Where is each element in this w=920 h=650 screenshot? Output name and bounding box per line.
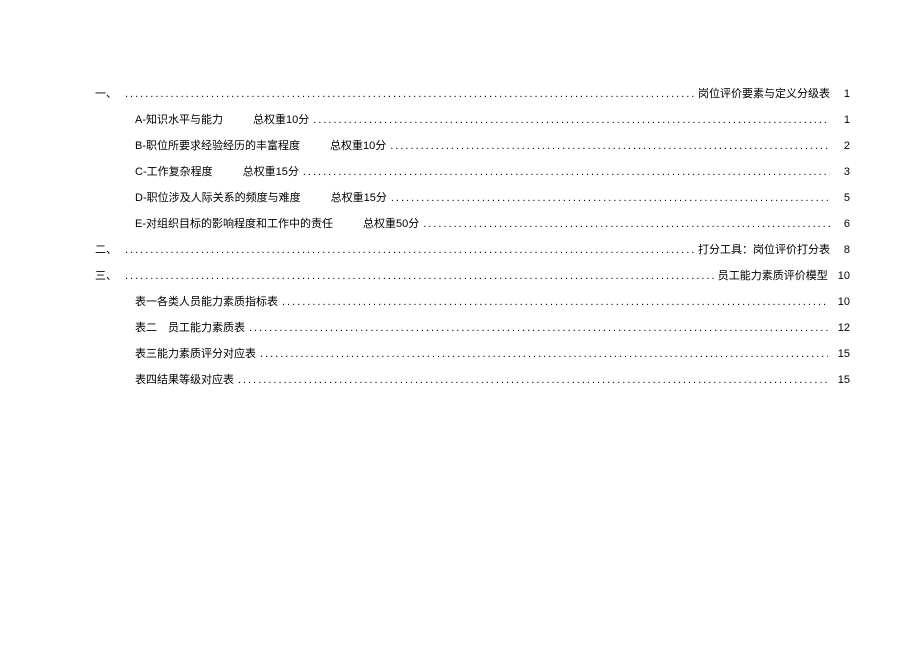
toc-entry-page: 12	[828, 322, 850, 334]
toc-entry: C-工作复杂程度总权重15分 3	[95, 163, 850, 179]
toc-entry-title: 打分工具：岗位评价打分表	[696, 241, 830, 257]
toc-entry-weight: 总权重10分	[223, 111, 309, 127]
toc-entry-page: 3	[830, 166, 850, 178]
toc-entry-label: 表三能力素质评分对应表	[135, 345, 256, 361]
toc-entry-title: 员工能力素质评价模型	[716, 267, 828, 283]
toc-entry: 一、 岗位评价要素与定义分级表1	[95, 85, 850, 101]
toc-leader-dots	[256, 348, 828, 360]
toc-entry-label: 表一各类人员能力素质指标表	[135, 293, 278, 309]
table-of-contents: 一、岗位评价要素与定义分级表1A-知识水平与能力总权重10分1B-职位所要求经验…	[95, 85, 850, 387]
toc-entry-label: D-职位涉及人际关系的频度与难度	[135, 189, 301, 205]
toc-entry: 表二 员工能力素质表 12	[95, 319, 850, 335]
toc-entry-page: 1	[830, 88, 850, 100]
toc-entry-label: C-工作复杂程度	[135, 163, 213, 179]
toc-entry-weight: 总权重15分	[301, 189, 387, 205]
toc-entry-page: 10	[828, 270, 850, 282]
toc-leader-dots	[234, 374, 828, 386]
toc-entry: A-知识水平与能力总权重10分 1	[95, 111, 850, 127]
toc-entry-number: 三、	[95, 267, 121, 283]
toc-entry-label: B-职位所要求经验经历的丰富程度	[135, 137, 300, 153]
toc-entry-page: 10	[828, 296, 850, 308]
toc-entry-weight: 总权重15分	[213, 163, 299, 179]
toc-entry-page: 1	[830, 114, 850, 126]
toc-entry-page: 8	[830, 244, 850, 256]
toc-entry-weight: 总权重50分	[333, 215, 419, 231]
toc-leader-dots	[386, 140, 830, 152]
toc-entry: B-职位所要求经验经历的丰富程度总权重10分 2	[95, 137, 850, 153]
toc-entry: E-对组织目标的影响程度和工作中的责任总权重50分 6	[95, 215, 850, 231]
toc-entry: 表一各类人员能力素质指标表 10	[95, 293, 850, 309]
toc-leader-dots	[309, 114, 830, 126]
toc-entry-page: 5	[830, 192, 850, 204]
toc-leader-dots	[121, 88, 696, 100]
toc-entry-page: 15	[828, 348, 850, 360]
toc-entry: 表四结果等级对应表 15	[95, 371, 850, 387]
toc-leader-dots	[278, 296, 828, 308]
toc-entry-label: 表二 员工能力素质表	[135, 319, 245, 335]
toc-entry-weight: 总权重10分	[300, 137, 386, 153]
toc-entry-number: 二、	[95, 241, 121, 257]
toc-entry-page: 6	[830, 218, 850, 230]
toc-entry: 二、 打分工具：岗位评价打分表8	[95, 241, 850, 257]
toc-leader-dots	[387, 192, 830, 204]
toc-leader-dots	[419, 218, 830, 230]
toc-entry-number: 一、	[95, 85, 121, 101]
toc-leader-dots	[245, 322, 828, 334]
toc-entry: 表三能力素质评分对应表 15	[95, 345, 850, 361]
toc-entry: 三、 员工能力素质评价模型10	[95, 267, 850, 283]
toc-entry-page: 15	[828, 374, 850, 386]
toc-entry-title: 岗位评价要素与定义分级表	[696, 85, 830, 101]
toc-entry-page: 2	[830, 140, 850, 152]
toc-entry-label: E-对组织目标的影响程度和工作中的责任	[135, 215, 333, 231]
toc-entry-label: 表四结果等级对应表	[135, 371, 234, 387]
toc-leader-dots	[121, 244, 696, 256]
toc-entry-label: A-知识水平与能力	[135, 111, 223, 127]
toc-leader-dots	[121, 270, 716, 282]
toc-entry: D-职位涉及人际关系的频度与难度总权重15分 5	[95, 189, 850, 205]
toc-leader-dots	[299, 166, 830, 178]
